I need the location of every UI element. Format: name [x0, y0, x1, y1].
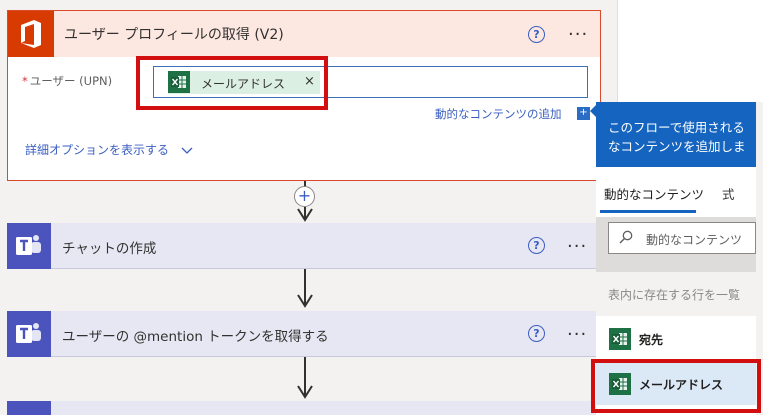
user-upn-label: * ユーザー (UPN): [22, 73, 112, 89]
search-icon: [619, 230, 633, 244]
list-item-label: 宛先: [639, 333, 664, 347]
card-header[interactable]: ユーザー プロフィールの取得 (V2) ? ···: [8, 11, 600, 57]
tab-expression[interactable]: 式: [722, 184, 735, 203]
more-icon[interactable]: ···: [568, 26, 588, 44]
list-item[interactable]: 宛先: [596, 316, 756, 360]
create-chat-card[interactable]: チャットの作成 ? ···: [7, 223, 601, 269]
add-dynamic-content-link[interactable]: 動的なコンテンツの追加: [435, 106, 562, 122]
next-step-card[interactable]: [7, 401, 601, 415]
teams-icon: [7, 223, 51, 269]
arrow-down-icon: [297, 208, 313, 222]
section-header-label: 表内に存在する行を一覧: [608, 288, 741, 302]
panel-description-line: なコンテンツを追加しま: [608, 139, 746, 154]
section-header[interactable]: 表内に存在する行を一覧: [596, 272, 756, 316]
panel-header: このフローで使用される なコンテンツを追加しま: [596, 102, 756, 167]
get-mention-token-card[interactable]: ユーザーの @mention トークンを取得する ? ···: [7, 311, 601, 357]
card-title: ユーザーの @mention トークンを取得する: [62, 329, 329, 345]
highlight-box-token: [136, 56, 328, 110]
insert-step-button[interactable]: +: [294, 186, 315, 207]
teams-icon: [7, 401, 51, 415]
more-icon[interactable]: ···: [567, 326, 587, 344]
search-input[interactable]: 動的なコンテンツ: [608, 222, 756, 254]
show-advanced-options-link[interactable]: 詳細オプションを表示する: [25, 141, 193, 158]
card-title: チャットの作成: [62, 241, 157, 257]
add-dynamic-content-icon[interactable]: +: [577, 107, 590, 120]
user-upn-label-text: ユーザー (UPN): [29, 74, 113, 88]
right-pane: [617, 0, 763, 102]
chevron-down-icon: [181, 147, 193, 154]
arrow-down-icon: [297, 294, 313, 308]
active-tab-underline: [600, 210, 696, 213]
search-placeholder: 動的なコンテンツ: [646, 233, 743, 247]
help-icon[interactable]: ?: [528, 237, 545, 254]
highlight-box-item: [591, 359, 761, 413]
tab-dynamic-content[interactable]: 動的なコンテンツ: [604, 184, 704, 203]
arrow-down-icon: [297, 385, 313, 399]
office-icon: [8, 11, 54, 57]
excel-icon: [609, 328, 631, 350]
advanced-options-label: 詳細オプションを表示する: [25, 143, 170, 157]
panel-description: このフローで使用される なコンテンツを追加しま: [608, 118, 746, 156]
more-icon[interactable]: ···: [567, 238, 587, 256]
help-icon[interactable]: ?: [528, 26, 545, 43]
help-icon[interactable]: ?: [528, 325, 545, 342]
card-title: ユーザー プロフィールの取得 (V2): [64, 27, 284, 43]
required-mark: *: [22, 74, 28, 88]
teams-icon: [7, 311, 51, 357]
panel-description-line: このフローで使用される: [608, 120, 745, 135]
